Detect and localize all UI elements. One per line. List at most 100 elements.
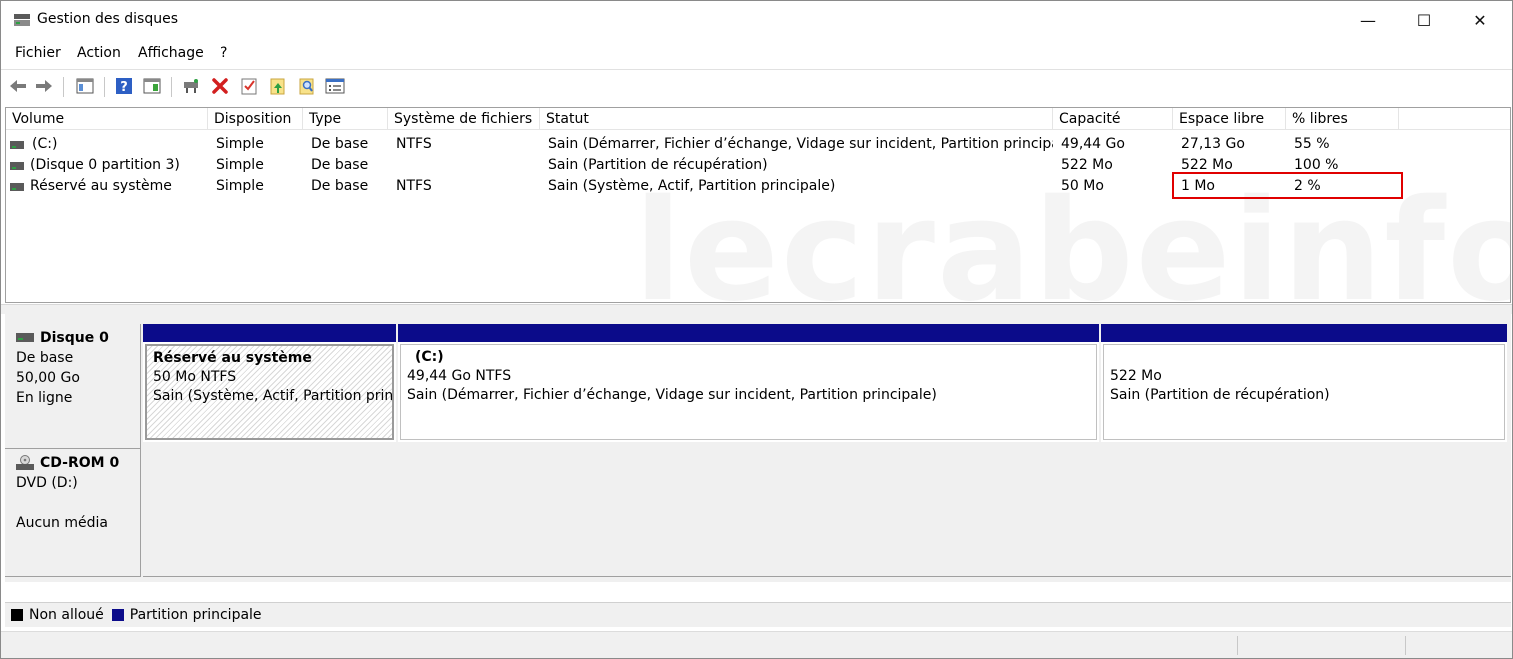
cdrom-media-state: Aucun média [16,515,108,531]
partition-recovery[interactable]: 522 Mo Sain (Partition de récupération) [1101,324,1507,442]
status-separator [1237,636,1238,655]
cell-type: De base [311,136,369,152]
cdrom-drive-icon [16,455,34,470]
highlight-annotation [1172,172,1403,199]
menu-affichage[interactable]: Affichage [138,45,204,61]
cell-capacity: 50 Mo [1061,178,1104,194]
partition-size: 522 Mo [1110,368,1162,384]
column-header-volume[interactable]: Volume [6,108,208,130]
disk-size: 50,00 Go [16,370,80,386]
title-bar[interactable]: Gestion des disques — ☐ ✕ [1,1,1512,39]
cdrom-volume-area[interactable] [143,449,1511,577]
cdrom-blank-line [16,495,140,511]
partition-title: Réservé au système [153,350,312,366]
column-header-free-space[interactable]: Espace libre [1173,108,1286,130]
toolbar: ? [1,69,1512,101]
cell-filesystem [390,156,542,157]
legend-unallocated: Non alloué [11,607,104,623]
status-bar [1,631,1512,658]
connect-drive-icon [184,79,198,93]
cdrom-0-label[interactable]: CD-ROM 0 DVD (D:) Aucun média [5,449,141,577]
cell-free-space: 522 Mo [1181,157,1233,173]
partition-size: 49,44 Go NTFS [407,368,512,384]
volume-drive-icon [10,141,24,149]
folder-up-icon [270,78,285,95]
legend-swatch-primary [111,609,124,621]
column-header-filesystem[interactable]: Système de fichiers [388,108,540,130]
window-title: Gestion des disques [37,11,179,27]
minimize-button[interactable]: — [1340,1,1396,39]
cell-status: Sain (Système, Actif, Partition principa… [548,178,836,194]
console-tree-icon [76,78,94,94]
back-button[interactable] [7,75,29,97]
menu-help[interactable]: ? [220,45,227,61]
cell-status: Sain (Démarrer, Fichier d’échange, Vidag… [548,136,1053,152]
partition-c[interactable]: (C:) 49,44 Go NTFS Sain (Démarrer, Fichi… [398,324,1099,442]
cell-percent-free: 100 % [1294,157,1339,173]
forward-button[interactable] [33,75,55,97]
partition-status: Sain (Démarrer, Fichier d’échange, Vidag… [407,387,937,403]
check-icon [241,78,257,95]
status-separator [1405,636,1406,655]
toolbar-separator [171,77,172,97]
console-tree-button[interactable] [74,75,96,97]
partition-body: 522 Mo Sain (Partition de récupération) [1103,344,1505,440]
cell-disposition: Simple [216,157,264,173]
disk-management-window: Gestion des disques — ☐ ✕ Fichier Action… [0,0,1513,659]
pane-splitter[interactable] [1,304,1512,314]
close-button[interactable]: ✕ [1452,1,1508,39]
legend: Non alloué Partition principale [5,602,1511,627]
delete-button[interactable] [209,75,231,97]
partition-status: Sain (Partition de récupération) [1110,387,1330,403]
cell-disposition: Simple [216,136,264,152]
volume-list-header: Volume Disposition Type Système de fichi… [6,108,1510,130]
column-header-percent-free[interactable]: % libres [1286,108,1399,130]
check-button[interactable] [238,75,260,97]
partition-body: Réservé au système 50 Mo NTFS Sain (Syst… [145,344,394,440]
cell-type: De base [311,178,369,194]
toolbar-separator [63,77,64,97]
cell-filesystem: NTFS [396,178,432,194]
maximize-button[interactable]: ☐ [1396,1,1452,39]
column-header-status[interactable]: Statut [540,108,1053,130]
menu-action[interactable]: Action [77,45,121,61]
cell-capacity: 522 Mo [1061,157,1113,173]
cell-capacity: 49,44 Go [1061,136,1125,152]
volume-drive-icon [10,162,24,170]
properties-list-icon [325,78,345,94]
column-header-type[interactable]: Type [303,108,388,130]
cell-volume: (C:) [32,136,58,152]
legend-label: Partition principale [129,607,262,623]
disk-0-label[interactable]: Disque 0 De base 50,00 Go En ligne [5,324,141,449]
partition-title: (C:) [415,349,444,365]
connect-drive-button[interactable] [180,75,202,97]
column-header-capacity[interactable]: Capacité [1053,108,1173,130]
legend-primary-partition: Partition principale [111,607,262,623]
volume-list[interactable]: Volume Disposition Type Système de fichi… [5,107,1511,303]
disk-management-app-icon [14,14,30,26]
disk-drive-icon [16,333,34,342]
partition-status: Sain (Système, Actif, Partition princi [153,388,394,404]
svg-text:?: ? [120,80,128,95]
folder-search-button[interactable] [296,75,318,97]
menu-fichier[interactable]: Fichier [15,45,61,61]
properties-list-button[interactable] [324,75,346,97]
cdrom-name: CD-ROM 0 [40,455,120,471]
folder-search-icon [299,78,314,95]
folder-up-button[interactable] [267,75,289,97]
disk-name: Disque 0 [40,330,109,346]
back-arrow-icon [10,80,26,92]
maximize-icon: ☐ [1416,10,1432,30]
column-header-disposition[interactable]: Disposition [208,108,303,130]
legend-label: Non alloué [29,607,104,623]
table-row[interactable]: (C:) Simple De base NTFS Sain (Démarrer,… [6,135,1510,156]
properties-button[interactable] [141,75,163,97]
partition-size: 50 Mo NTFS [153,369,237,385]
forward-arrow-icon [36,80,52,92]
partition-system-reserved[interactable]: Réservé au système 50 Mo NTFS Sain (Syst… [143,324,396,442]
volume-drive-icon [10,183,24,191]
cdrom-drive-letter: DVD (D:) [16,475,78,491]
minimize-icon: — [1360,10,1376,30]
cell-filesystem: NTFS [396,136,432,152]
help-button[interactable]: ? [113,75,135,97]
